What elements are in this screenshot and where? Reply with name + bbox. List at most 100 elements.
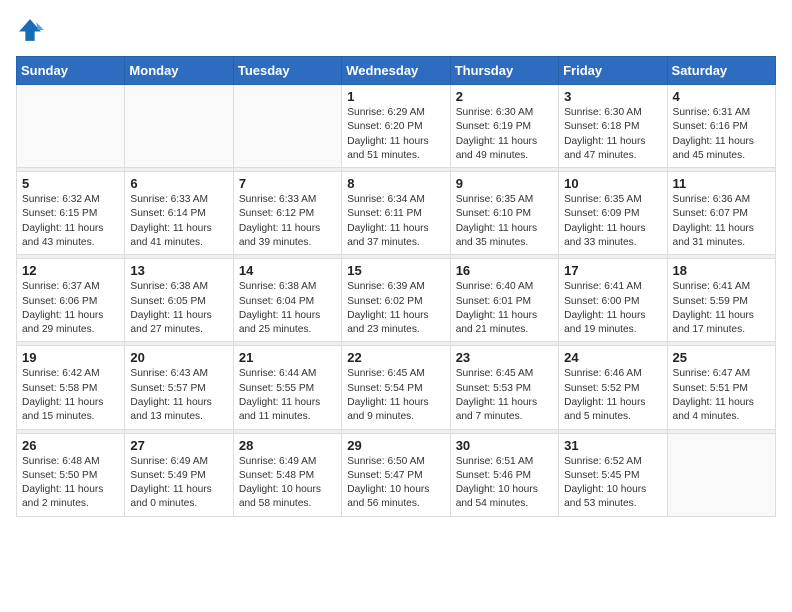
- day-info: Sunrise: 6:41 AMSunset: 6:00 PMDaylight:…: [564, 280, 661, 337]
- day-number: 15: [347, 263, 444, 278]
- calendar-cell: 14 Sunrise: 6:38 AMSunset: 6:04 PMDayligh…: [233, 259, 341, 342]
- day-number: 21: [239, 350, 336, 365]
- calendar-cell: 21 Sunrise: 6:44 AMSunset: 5:55 PMDayligh…: [233, 346, 341, 429]
- calendar-cell: 6 Sunrise: 6:33 AMSunset: 6:14 PMDaylight…: [125, 172, 233, 255]
- calendar-cell: 5 Sunrise: 6:32 AMSunset: 6:15 PMDaylight…: [17, 172, 125, 255]
- calendar-cell: 10Sunrise: 6:35 AMSunset: 6:09 PMDayligh…: [559, 172, 667, 255]
- calendar-header-row: SundayMondayTuesdayWednesdayThursdayFrid…: [17, 57, 776, 85]
- day-number: 9: [456, 176, 553, 191]
- day-info: Sunrise: 6:48 AMSunset: 5:50 PMDaylight:…: [22, 455, 119, 512]
- calendar-cell: 26Sunrise: 6:48 AMSunset: 5:50 PMDayligh…: [17, 433, 125, 516]
- logo-icon: [16, 16, 44, 44]
- day-number: 25: [673, 350, 770, 365]
- day-number: 12: [22, 263, 119, 278]
- calendar-table: SundayMondayTuesdayWednesdayThursdayFrid…: [16, 56, 776, 517]
- day-info: Sunrise: 6:29 AMSunset: 6:20 PMDaylight:…: [347, 106, 444, 163]
- calendar-week-row: 26Sunrise: 6:48 AMSunset: 5:50 PMDayligh…: [17, 433, 776, 516]
- day-info: Sunrise: 6:49 AMSunset: 5:48 PMDaylight:…: [239, 455, 336, 512]
- day-info: Sunrise: 6:52 AMSunset: 5:45 PMDaylight:…: [564, 455, 661, 512]
- day-number: 20: [130, 350, 227, 365]
- day-number: 6: [130, 176, 227, 191]
- day-info: Sunrise: 6:38 AMSunset: 6:04 PMDaylight:…: [239, 280, 336, 337]
- day-number: 7: [239, 176, 336, 191]
- day-number: 14: [239, 263, 336, 278]
- day-number: 16: [456, 263, 553, 278]
- day-info: Sunrise: 6:35 AMSunset: 6:09 PMDaylight:…: [564, 193, 661, 250]
- day-info: Sunrise: 6:38 AMSunset: 6:05 PMDaylight:…: [130, 280, 227, 337]
- day-number: 29: [347, 438, 444, 453]
- day-info: Sunrise: 6:41 AMSunset: 5:59 PMDaylight:…: [673, 280, 770, 337]
- day-number: 27: [130, 438, 227, 453]
- calendar-day-header: Sunday: [17, 57, 125, 85]
- day-info: Sunrise: 6:36 AMSunset: 6:07 PMDaylight:…: [673, 193, 770, 250]
- calendar-cell: 29 Sunrise: 6:50 AMSunset: 5:47 PMDayligh…: [342, 433, 450, 516]
- day-number: 4: [673, 89, 770, 104]
- day-number: 5: [22, 176, 119, 191]
- calendar-cell: 9 Sunrise: 6:35 AMSunset: 6:10 PMDaylight…: [450, 172, 558, 255]
- calendar-cell: [233, 85, 341, 168]
- day-info: Sunrise: 6:43 AMSunset: 5:57 PMDaylight:…: [130, 367, 227, 424]
- calendar-cell: 16Sunrise: 6:40 AMSunset: 6:01 PMDayligh…: [450, 259, 558, 342]
- calendar-week-row: 5 Sunrise: 6:32 AMSunset: 6:15 PMDaylight…: [17, 172, 776, 255]
- day-info: Sunrise: 6:30 AMSunset: 6:18 PMDaylight:…: [564, 106, 661, 163]
- day-number: 24: [564, 350, 661, 365]
- calendar-cell: [17, 85, 125, 168]
- day-info: Sunrise: 6:39 AMSunset: 6:02 PMDaylight:…: [347, 280, 444, 337]
- day-info: Sunrise: 6:45 AMSunset: 5:54 PMDaylight:…: [347, 367, 444, 424]
- calendar-cell: 3Sunrise: 6:30 AMSunset: 6:18 PMDaylight…: [559, 85, 667, 168]
- day-info: Sunrise: 6:46 AMSunset: 5:52 PMDaylight:…: [564, 367, 661, 424]
- day-info: Sunrise: 6:44 AMSunset: 5:55 PMDaylight:…: [239, 367, 336, 424]
- calendar-cell: 2Sunrise: 6:30 AMSunset: 6:19 PMDaylight…: [450, 85, 558, 168]
- calendar-cell: 30Sunrise: 6:51 AMSunset: 5:46 PMDayligh…: [450, 433, 558, 516]
- day-number: 31: [564, 438, 661, 453]
- calendar-cell: 19 Sunrise: 6:42 AMSunset: 5:58 PMDayligh…: [17, 346, 125, 429]
- logo: [16, 16, 48, 44]
- day-number: 13: [130, 263, 227, 278]
- calendar-cell: 20 Sunrise: 6:43 AMSunset: 5:57 PMDayligh…: [125, 346, 233, 429]
- day-info: Sunrise: 6:37 AMSunset: 6:06 PMDaylight:…: [22, 280, 119, 337]
- calendar-cell: 8Sunrise: 6:34 AMSunset: 6:11 PMDaylight…: [342, 172, 450, 255]
- calendar-cell: 11 Sunrise: 6:36 AMSunset: 6:07 PMDayligh…: [667, 172, 775, 255]
- calendar-week-row: 19 Sunrise: 6:42 AMSunset: 5:58 PMDayligh…: [17, 346, 776, 429]
- day-number: 28: [239, 438, 336, 453]
- day-info: Sunrise: 6:50 AMSunset: 5:47 PMDaylight:…: [347, 455, 444, 512]
- calendar-cell: 15 Sunrise: 6:39 AMSunset: 6:02 PMDayligh…: [342, 259, 450, 342]
- page-header: [16, 16, 776, 44]
- calendar-cell: [667, 433, 775, 516]
- calendar-day-header: Wednesday: [342, 57, 450, 85]
- calendar-day-header: Thursday: [450, 57, 558, 85]
- calendar-cell: 28 Sunrise: 6:49 AMSunset: 5:48 PMDayligh…: [233, 433, 341, 516]
- day-number: 8: [347, 176, 444, 191]
- calendar-cell: 23 Sunrise: 6:45 AMSunset: 5:53 PMDayligh…: [450, 346, 558, 429]
- day-number: 11: [673, 176, 770, 191]
- calendar-cell: 12 Sunrise: 6:37 AMSunset: 6:06 PMDayligh…: [17, 259, 125, 342]
- day-number: 18: [673, 263, 770, 278]
- day-info: Sunrise: 6:32 AMSunset: 6:15 PMDaylight:…: [22, 193, 119, 250]
- day-number: 17: [564, 263, 661, 278]
- day-info: Sunrise: 6:31 AMSunset: 6:16 PMDaylight:…: [673, 106, 770, 163]
- day-info: Sunrise: 6:49 AMSunset: 5:49 PMDaylight:…: [130, 455, 227, 512]
- calendar-day-header: Tuesday: [233, 57, 341, 85]
- calendar-cell: 25Sunrise: 6:47 AMSunset: 5:51 PMDayligh…: [667, 346, 775, 429]
- calendar-cell: 27 Sunrise: 6:49 AMSunset: 5:49 PMDayligh…: [125, 433, 233, 516]
- day-info: Sunrise: 6:33 AMSunset: 6:14 PMDaylight:…: [130, 193, 227, 250]
- day-info: Sunrise: 6:42 AMSunset: 5:58 PMDaylight:…: [22, 367, 119, 424]
- day-info: Sunrise: 6:33 AMSunset: 6:12 PMDaylight:…: [239, 193, 336, 250]
- day-info: Sunrise: 6:30 AMSunset: 6:19 PMDaylight:…: [456, 106, 553, 163]
- calendar-cell: 31 Sunrise: 6:52 AMSunset: 5:45 PMDayligh…: [559, 433, 667, 516]
- calendar-cell: 7 Sunrise: 6:33 AMSunset: 6:12 PMDaylight…: [233, 172, 341, 255]
- day-number: 19: [22, 350, 119, 365]
- calendar-day-header: Friday: [559, 57, 667, 85]
- calendar-day-header: Monday: [125, 57, 233, 85]
- day-info: Sunrise: 6:45 AMSunset: 5:53 PMDaylight:…: [456, 367, 553, 424]
- day-info: Sunrise: 6:35 AMSunset: 6:10 PMDaylight:…: [456, 193, 553, 250]
- calendar-cell: 24 Sunrise: 6:46 AMSunset: 5:52 PMDayligh…: [559, 346, 667, 429]
- calendar-cell: 17 Sunrise: 6:41 AMSunset: 6:00 PMDayligh…: [559, 259, 667, 342]
- calendar-week-row: 12 Sunrise: 6:37 AMSunset: 6:06 PMDayligh…: [17, 259, 776, 342]
- day-number: 22: [347, 350, 444, 365]
- calendar-week-row: 1Sunrise: 6:29 AMSunset: 6:20 PMDaylight…: [17, 85, 776, 168]
- calendar-cell: [125, 85, 233, 168]
- day-number: 23: [456, 350, 553, 365]
- calendar-cell: 13 Sunrise: 6:38 AMSunset: 6:05 PMDayligh…: [125, 259, 233, 342]
- calendar-cell: 1Sunrise: 6:29 AMSunset: 6:20 PMDaylight…: [342, 85, 450, 168]
